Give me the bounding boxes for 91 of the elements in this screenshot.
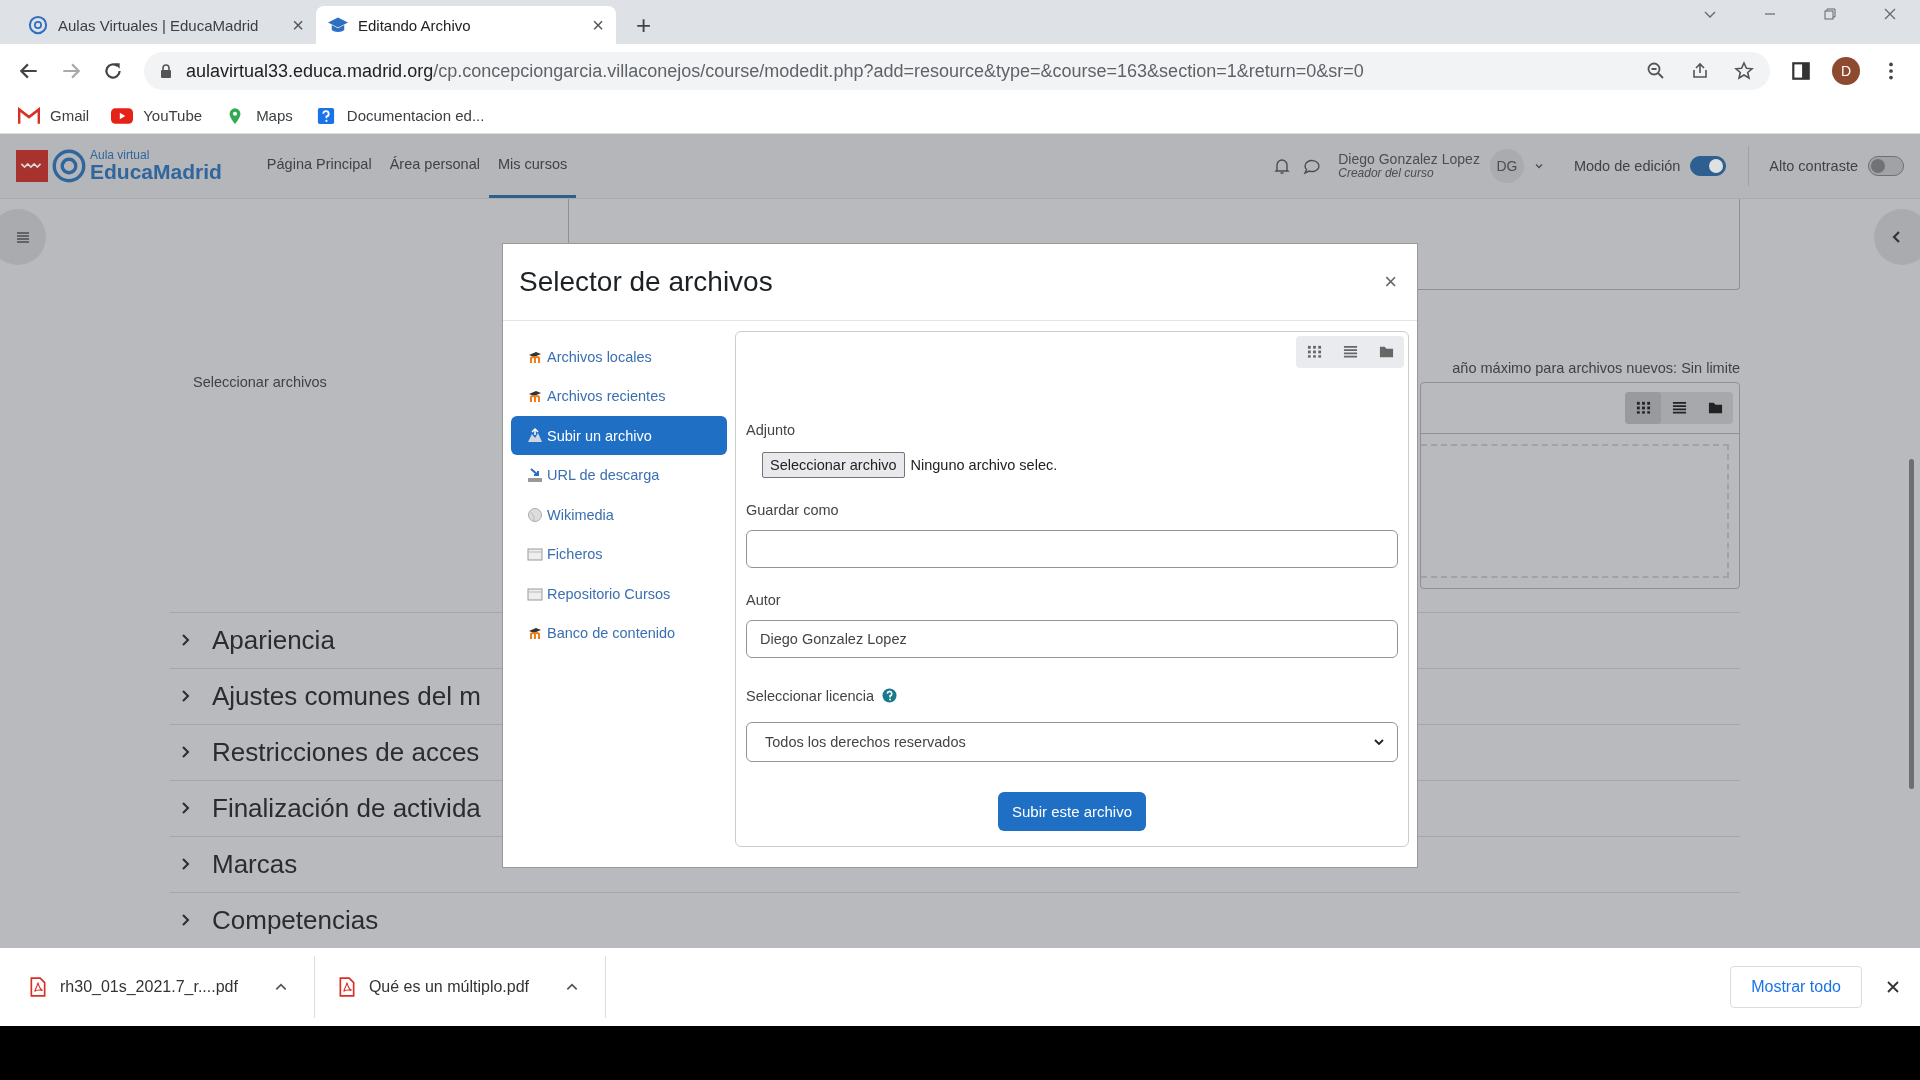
drawer-button[interactable] xyxy=(0,209,46,265)
tab-title: Aulas Virtuales | EducaMadrid xyxy=(58,16,260,34)
address-bar[interactable]: aulavirtual33.educa.madrid.org/cp.concepciongarcia.villaconejos/course/modedit.php?add=resource&type=&course=163&section=1&return=0&sr=0 xyxy=(144,52,1770,91)
section-heading[interactable]: Apariencia xyxy=(212,625,335,656)
section-heading[interactable]: Marcas xyxy=(212,849,298,880)
close-button[interactable]: × xyxy=(1384,269,1397,295)
help-icon[interactable] xyxy=(882,688,898,704)
list-icon xyxy=(1671,400,1687,416)
download-file-name[interactable]: Qué es un múltiplo.pdf xyxy=(368,978,529,996)
side-panel-icon[interactable] xyxy=(1790,60,1812,83)
chevron-right-icon[interactable] xyxy=(180,633,190,648)
show-all-button[interactable]: Mostrar todo xyxy=(1730,966,1862,1008)
pdf-file-icon xyxy=(338,977,355,997)
tab-title: Editando Archivo xyxy=(358,16,472,34)
grid-view-button[interactable] xyxy=(1625,392,1661,424)
mail-icon xyxy=(18,106,40,125)
section-heading[interactable]: Finalización de activida xyxy=(212,793,481,824)
section-heading[interactable]: Competencias xyxy=(212,905,379,936)
section-heading[interactable]: Restricciones de acces xyxy=(212,737,480,768)
max-size-note: año máximo para archivos nuevos: Sin limite xyxy=(1451,360,1740,376)
repository-item[interactable]: Banco de contenido xyxy=(511,613,727,653)
author-field[interactable]: Diego Gonzalez Lopez xyxy=(746,620,1398,658)
profile-avatar[interactable]: D xyxy=(1832,57,1860,86)
tab-close-button[interactable]: × xyxy=(292,15,304,36)
repository-item[interactable]: Archivos locales xyxy=(511,337,727,377)
upload-button[interactable]: Subir este archivo xyxy=(997,792,1147,831)
nav-link[interactable]: Mis cursos xyxy=(488,134,577,198)
field-label: Seleccionar archivos xyxy=(192,373,328,392)
user-role: Creador del curso xyxy=(1338,167,1435,181)
toggle-label: Alto contraste xyxy=(1769,158,1858,174)
folder-icon xyxy=(1707,400,1723,416)
hat-logo-icon xyxy=(527,388,543,405)
file-status: Ninguno archivo selec. xyxy=(910,457,1058,473)
list-icon xyxy=(15,229,31,245)
repository-item[interactable]: Wikimedia xyxy=(511,495,727,535)
bookmark[interactable]: YouTube xyxy=(111,106,203,125)
grid-icon xyxy=(1635,400,1651,416)
chevron-right-icon[interactable] xyxy=(180,857,190,872)
repository-item[interactable]: Ficheros xyxy=(511,534,727,574)
toggle-label: Modo de edición xyxy=(1573,158,1681,174)
field-label: Adjunto xyxy=(746,422,797,438)
chevron-right-icon[interactable] xyxy=(180,689,190,704)
license-dropdown[interactable]: Todos los derechos reservados xyxy=(746,722,1398,762)
box-icon xyxy=(527,585,543,602)
save-as-field[interactable] xyxy=(746,530,1398,568)
flag-logo-icon xyxy=(16,150,48,182)
play-icon xyxy=(111,106,134,125)
restore-icon[interactable] xyxy=(1822,6,1838,23)
section-heading[interactable]: Ajustes comunes del m xyxy=(212,681,481,712)
download-file-name[interactable]: rh30_01s_2021.7_r....pdf xyxy=(60,978,238,996)
scrollbar[interactable] xyxy=(1909,459,1914,789)
toggle-switch[interactable] xyxy=(1690,156,1727,176)
bookmark[interactable]: Gmail xyxy=(18,106,90,125)
field-label: Guardar como xyxy=(746,502,840,518)
tab-close-button[interactable]: × xyxy=(592,15,604,36)
hat-logo-icon xyxy=(527,625,543,642)
dialog-title: Selector de archivos xyxy=(519,266,773,298)
close-icon[interactable] xyxy=(1886,980,1900,994)
list-icon xyxy=(1342,344,1358,360)
caret-icon[interactable] xyxy=(1533,161,1544,171)
repository-item[interactable]: Repositorio Cursos xyxy=(511,574,727,614)
browser-tab[interactable]: Editando Archivo × xyxy=(316,6,616,45)
logo-title: EducaMadrid xyxy=(90,161,222,183)
box-icon xyxy=(527,546,543,563)
bookmark[interactable]: Maps xyxy=(224,106,293,125)
grid-icon xyxy=(1306,344,1322,360)
repository-item[interactable]: URL de descarga xyxy=(511,455,727,495)
nav-link[interactable]: Área personal xyxy=(380,134,489,198)
toggle-switch[interactable] xyxy=(1868,156,1904,176)
caret-icon xyxy=(1373,736,1385,748)
user-name: Diego Gonzalez Lopez xyxy=(1338,151,1480,168)
star-icon[interactable] xyxy=(1734,61,1754,82)
mountain-icon xyxy=(527,427,543,444)
folder-icon xyxy=(1378,344,1394,360)
chevron-right-icon[interactable] xyxy=(180,801,190,816)
repository-item[interactable]: Subir un archivo xyxy=(511,416,727,456)
pdf-file-icon xyxy=(30,977,46,997)
field-label: Autor xyxy=(746,592,782,608)
lock-icon xyxy=(160,64,172,79)
logo-subtitle: Aula virtual xyxy=(90,149,151,162)
chevron-right-icon[interactable] xyxy=(180,913,190,928)
browser-tab[interactable]: Aulas Virtuales | EducaMadrid × xyxy=(16,6,316,45)
nav-link[interactable]: Página Principal xyxy=(257,134,381,198)
download-icon xyxy=(527,467,543,484)
user-avatar[interactable]: DG xyxy=(1489,149,1524,183)
bookmark[interactable]: Documentacion ed... xyxy=(314,106,485,125)
field-label: Seleccionar licencia xyxy=(746,688,875,704)
repository-item[interactable]: Archivos recientes xyxy=(511,376,727,416)
new-tab-button[interactable]: + xyxy=(636,12,652,39)
choose-file-button[interactable]: Seleccionar archivo xyxy=(762,452,905,478)
chevron-right-icon[interactable] xyxy=(180,745,190,760)
